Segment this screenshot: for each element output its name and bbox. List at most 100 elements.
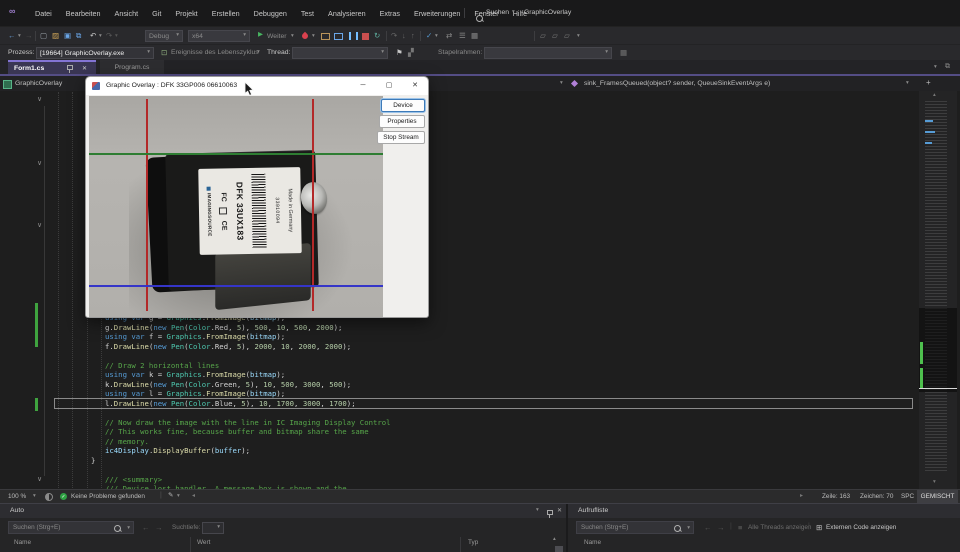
code-line[interactable]: // This works fine, because buffer and b… [55,427,912,437]
code-line[interactable]: /// <summary> [55,475,912,485]
tab-overflow-icon[interactable]: ▾ [934,65,937,71]
hot-reload-caret-icon[interactable]: ▾ [312,34,315,40]
grid-icon[interactable]: ▦ [471,32,478,40]
caret-icon[interactable]: ▾ [906,81,909,87]
solution-platform-combo[interactable]: x64▾ [188,30,250,42]
minimize-icon[interactable]: ─ [354,79,372,93]
breadcrumb-member[interactable]: sink_FramesQueued(object? sender, QueueS… [584,80,770,87]
break-all-window-icon[interactable] [321,33,330,40]
code-line[interactable]: // Draw 2 horizontal lines [55,361,912,371]
panel-scroll-up-icon[interactable]: ▴ [553,537,556,543]
code-line[interactable]: using var k = Graphics.FromImage(bitmap)… [55,370,912,380]
breadcrumb-type[interactable]: GraphicOverlay [15,80,62,87]
code-line[interactable]: f.DrawLine(new Pen(Color.Red, 5), 2000, … [55,342,912,352]
code-line[interactable]: // memory. [55,437,912,447]
lifecycle-events-icon[interactable]: ⊡ [161,49,167,57]
hscroll-right-icon[interactable]: ▸ [800,493,803,499]
thread-combo[interactable]: ▾ [292,47,388,59]
code-line[interactable]: // Now draw the image with the line in I… [55,418,912,428]
spaces-indicator[interactable]: SPC [901,493,914,500]
continue-button[interactable]: Weiter [267,33,287,40]
menu-item-erstellen[interactable]: Erstellen [205,9,247,18]
callstack-title-bar[interactable]: Aufrufliste [568,504,960,518]
search-icon[interactable] [476,15,483,22]
code-lines[interactable]: using var g = Graphics.FromImage(bitmap)… [55,313,912,494]
fold-chevron-icon[interactable]: ∨ [37,96,42,103]
open-file-icon[interactable]: ▨ [52,32,59,40]
stack-frame-combo[interactable]: ▾ [484,47,612,59]
close-icon[interactable]: ✕ [406,79,424,93]
pin-icon[interactable] [546,510,553,519]
continue-caret-icon[interactable]: ▾ [291,34,294,40]
column-header-value[interactable]: Wert [197,539,210,546]
menu-item-debuggen[interactable]: Debuggen [247,9,294,18]
menu-item-erweiterungen[interactable]: Erweiterungen [407,9,467,18]
panel-scrollbar-thumb[interactable] [555,546,563,552]
code-line[interactable] [55,465,912,475]
code-line[interactable]: g.DrawLine(new Pen(Color.Red, 5), 500, 1… [55,323,912,333]
no-problems-icon[interactable]: ✓ [60,493,67,500]
code-line-current[interactable]: l.DrawLine(new Pen(Color.Blue, 5), 10, 1… [55,399,912,409]
column-header-type[interactable]: Typ [468,539,478,546]
column-header-name[interactable]: Name [584,539,601,546]
run-tests-icon[interactable]: ✓ [426,32,432,40]
overlay-title-bar[interactable]: Graphic Overlay : DFK 33GP006 06610063 ─… [86,77,428,95]
close-icon[interactable]: ✕ [82,65,87,72]
code-line[interactable] [55,351,912,361]
pause-icon[interactable] [349,32,358,40]
scroll-up-icon[interactable]: ▴ [933,93,936,99]
zoom-caret-icon[interactable]: ▾ [33,494,36,500]
menu-item-extras[interactable]: Extras [373,9,407,18]
external-code-icon[interactable]: ⊞ [816,524,822,532]
code-line[interactable]: k.DrawLine(new Pen(Color.Green, 5), 10, … [55,380,912,390]
window-position-icon[interactable]: ▾ [536,508,539,514]
caret-icon[interactable]: ▾ [127,526,130,532]
code-line[interactable]: using var f = Graphics.FromImage(bitmap)… [55,332,912,342]
maximize-icon[interactable]: ▢ [380,79,398,93]
list-icon[interactable]: ☰ [459,32,466,40]
device-button[interactable]: Device [381,99,425,112]
menu-item-test[interactable]: Test [294,9,321,18]
tab-form1[interactable]: Form1.cs ✕ [8,60,96,74]
solution-configuration-combo[interactable]: Debug▾ [145,30,183,42]
tab-program[interactable]: Program.cs [100,60,164,74]
autos-search-input[interactable]: Suchen (Strg+E) ▾ [8,521,134,534]
code-line[interactable]: using var l = Graphics.FromImage(bitmap)… [55,389,912,399]
swap-icon[interactable]: ⇄ [446,32,452,40]
caret-icon[interactable]: ▾ [435,34,438,40]
stop-stream-button[interactable]: Stop Stream [377,131,425,144]
pen-icon[interactable]: ✎ [168,493,173,500]
add-icon[interactable]: + [926,78,931,87]
show-external-code-button[interactable]: Externen Code anzeigen [826,524,896,531]
hot-reload-icon[interactable] [301,32,309,40]
show-diagnostics-window-icon[interactable] [334,33,343,40]
menu-item-git[interactable]: Git [145,9,168,18]
caret-icon[interactable]: ▾ [577,34,580,40]
stop-debugging-icon[interactable] [362,33,369,40]
close-icon[interactable]: ✕ [557,507,562,514]
undo-icon[interactable]: ↶ [90,32,96,40]
menu-item-ansicht[interactable]: Ansicht [108,9,146,18]
frame-icon[interactable]: ▞ [408,49,414,57]
continue-icon[interactable]: ▶ [258,32,263,39]
menu-item-projekt[interactable]: Projekt [168,9,204,18]
caret-icon[interactable]: ▾ [560,81,563,87]
zoom-level[interactable]: 100 % [8,493,26,500]
titlebar-search[interactable]: Suchen [486,9,509,16]
scroll-down-icon[interactable]: ▾ [933,480,936,486]
line-ending-indicator[interactable]: GEMISCHT [917,490,958,503]
process-combo[interactable]: [19664] GraphicOverlay.exe ▾ [36,47,154,59]
flag-icon[interactable]: ⚑ [396,49,403,57]
code-line[interactable]: } [55,456,912,466]
pin-icon[interactable] [66,65,73,74]
autos-title-bar[interactable]: Auto ▾ ✕ [0,504,566,518]
fold-chevron-icon[interactable]: ∨ [37,160,42,167]
undo-caret-icon[interactable]: ▾ [99,34,102,40]
menu-item-bearbeiten[interactable]: Bearbeiten [59,9,108,18]
column-header-name[interactable]: Name [14,539,31,546]
navigate-back-caret-icon[interactable]: ▾ [18,34,21,40]
fold-chevron-icon[interactable]: ∨ [37,476,42,483]
search-caret-icon[interactable]: ▾ [512,10,515,16]
minimap-viewport[interactable] [919,308,957,392]
column-divider[interactable] [460,537,461,552]
